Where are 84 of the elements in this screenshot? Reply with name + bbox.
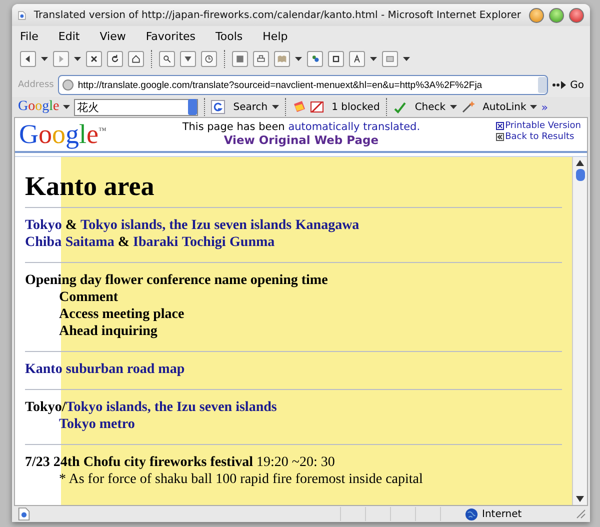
more-button[interactable]: » bbox=[541, 100, 548, 114]
text-line: Ahead inquiring bbox=[58, 323, 158, 340]
forward-icon[interactable] bbox=[53, 51, 69, 67]
search-field[interactable]: 花火 bbox=[74, 98, 198, 116]
text-line: Chiba Saitama & Ibaraki Tochigi Gunma bbox=[25, 234, 276, 251]
history-icon[interactable] bbox=[201, 51, 217, 67]
go-button[interactable]: Go bbox=[570, 80, 584, 90]
text-line: Comment bbox=[58, 289, 120, 306]
scrollbar-thumb[interactable] bbox=[576, 169, 584, 181]
scroll-up-icon[interactable] bbox=[576, 160, 584, 166]
menu-item[interactable]: View bbox=[100, 30, 126, 43]
stepper-icon[interactable] bbox=[538, 77, 548, 93]
search-button[interactable]: Search bbox=[233, 102, 268, 112]
text-link[interactable]: Tochigi bbox=[182, 235, 230, 250]
security-zone: Internet bbox=[482, 508, 523, 520]
google-logo[interactable]: Google$^{™}$ bbox=[19, 121, 106, 148]
caret-icon[interactable] bbox=[295, 57, 302, 61]
text-line: * As for force of shaku ball 100 rapid fire foremost inside capital bbox=[58, 471, 424, 488]
address-label: Address bbox=[18, 80, 54, 90]
text-line: Opening day flower conference name opening time bbox=[25, 272, 329, 289]
translation-notice: This page has been automatically translated. bbox=[182, 121, 420, 133]
scroll-down-icon[interactable] bbox=[576, 496, 584, 502]
search-icon[interactable] bbox=[159, 51, 175, 67]
resize-grip-icon[interactable] bbox=[576, 509, 586, 519]
printer-icon bbox=[496, 122, 504, 130]
back-icon[interactable] bbox=[20, 51, 36, 67]
caret-icon[interactable] bbox=[403, 57, 410, 61]
text-link[interactable]: Gunma bbox=[230, 235, 275, 250]
caret-icon[interactable] bbox=[272, 105, 279, 109]
view-original-link[interactable]: View Original Web Page bbox=[224, 133, 379, 147]
check-button[interactable]: Check bbox=[414, 102, 446, 112]
caret-icon[interactable] bbox=[63, 105, 70, 109]
google-toolbar-logo[interactable]: Google bbox=[18, 99, 60, 115]
text-link[interactable]: Ibaraki bbox=[133, 235, 182, 250]
text-link[interactable]: Saitama bbox=[65, 235, 114, 250]
globe-icon bbox=[465, 508, 478, 520]
menu-item[interactable]: Tools bbox=[216, 30, 243, 43]
text-line: Tokyo/Tokyo islands, the Izu seven islands bbox=[25, 399, 278, 416]
back-to-results-link[interactable]: Back to Results bbox=[505, 132, 574, 142]
menu-item[interactable]: Favorites bbox=[146, 30, 196, 43]
globe-icon bbox=[62, 79, 74, 91]
menu-item[interactable]: File bbox=[20, 30, 38, 43]
caret-icon[interactable] bbox=[530, 105, 538, 109]
caret-icon[interactable] bbox=[41, 57, 48, 61]
printable-version-link[interactable]: Printable Version bbox=[505, 121, 581, 131]
scrollbar[interactable] bbox=[572, 157, 587, 505]
text-link[interactable]: Tokyo metro bbox=[59, 417, 135, 432]
menu-item[interactable]: Help bbox=[262, 30, 288, 43]
back-icon bbox=[496, 133, 504, 141]
g-icon[interactable] bbox=[211, 100, 226, 114]
address-field[interactable]: http://translate.google.com/translate?sourceid=navclient-menuext&hl=en&u=http%3A%2F%2Fja bbox=[58, 75, 548, 95]
autolink-button[interactable]: AutoLink bbox=[482, 102, 526, 112]
arrow-icon bbox=[552, 81, 566, 89]
magic-wand-icon[interactable] bbox=[460, 100, 475, 114]
text-link[interactable]: Kanto suburban road map bbox=[25, 362, 185, 377]
caret-icon[interactable] bbox=[450, 105, 457, 109]
stop-icon[interactable] bbox=[86, 51, 102, 67]
window-title: Translated version of http://japan-fireworks.com/calendar/kanto.html - Microsoft Internet Explorer bbox=[34, 10, 521, 20]
text-link[interactable]: Tokyo islands, the Izu seven islands bbox=[80, 218, 296, 233]
text-line: Tokyo & Tokyo islands, the Izu seven islands Kanagawa bbox=[25, 217, 360, 234]
refresh-icon[interactable] bbox=[107, 51, 123, 67]
book-icon[interactable] bbox=[274, 51, 290, 67]
favorites-icon[interactable] bbox=[180, 51, 196, 67]
font-icon[interactable] bbox=[349, 51, 365, 67]
text-link[interactable]: automatically translated. bbox=[288, 121, 420, 133]
print-icon[interactable] bbox=[253, 51, 269, 67]
spellcheck-icon[interactable] bbox=[392, 100, 407, 114]
text-link[interactable]: Tokyo bbox=[25, 218, 62, 233]
page-heading: Kanto area bbox=[25, 171, 156, 202]
caret-icon[interactable] bbox=[370, 57, 377, 61]
text-line: Access meeting place bbox=[58, 306, 186, 323]
text-link[interactable]: Kanagawa bbox=[295, 218, 360, 233]
text-link[interactable]: Tokyo islands, the Izu seven islands bbox=[66, 400, 277, 415]
text-line: 7/23 24th Chofu city fireworks festival 19:20 ~20: 30 bbox=[25, 454, 336, 471]
close-button[interactable] bbox=[569, 8, 584, 22]
popup-blocker-icon[interactable] bbox=[310, 100, 324, 114]
minimize-button[interactable] bbox=[529, 8, 544, 22]
menu-item[interactable]: Edit bbox=[58, 30, 80, 43]
text-link[interactable]: Chiba bbox=[25, 235, 66, 250]
home-icon[interactable] bbox=[128, 51, 144, 67]
zoom-button[interactable] bbox=[549, 8, 564, 22]
window-icon[interactable] bbox=[328, 51, 344, 67]
popup-blocked-count[interactable]: 1 blocked bbox=[332, 102, 380, 112]
caret-icon[interactable] bbox=[74, 57, 81, 61]
